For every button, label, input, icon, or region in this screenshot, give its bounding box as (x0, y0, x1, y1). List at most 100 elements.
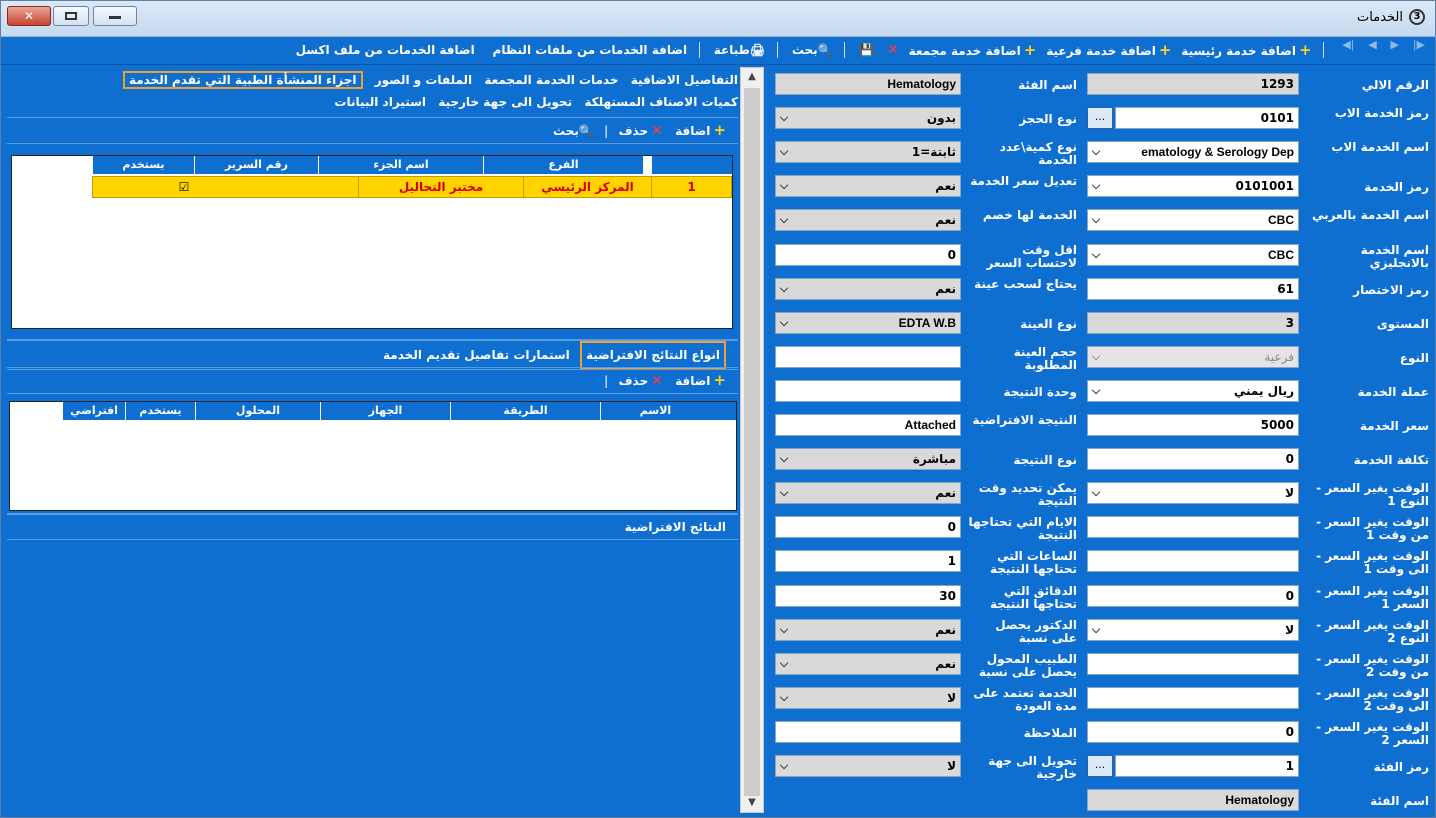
maximize-button[interactable] (53, 6, 89, 26)
chevron-down-icon[interactable]: ⌵ (1088, 620, 1104, 640)
field-mid-19[interactable] (775, 720, 961, 743)
tab-files-images[interactable]: الملفات و الصور (375, 73, 472, 87)
field-mid-13[interactable]: 0 (775, 516, 961, 539)
chevron-down-icon[interactable]: ⌵ (776, 279, 792, 299)
label-right-5: اسم الخدمة بالانجليزي (1360, 242, 1429, 270)
field-right-9[interactable]: ريال يمني ⌵ (1087, 379, 1299, 402)
chevron-down-icon[interactable]: ⌵ (776, 756, 792, 776)
chevron-down-icon[interactable]: ⌵ (1088, 210, 1104, 230)
chevron-down-icon[interactable]: ⌵ (1088, 176, 1104, 196)
field-mid-8[interactable] (775, 345, 961, 368)
field-right-1[interactable]: 0101 (1115, 107, 1299, 130)
field-mid-10[interactable]: Attached (775, 414, 961, 436)
delete-part-button[interactable]: ✕حذف (619, 123, 663, 139)
field-right-19[interactable]: 0 (1087, 720, 1299, 743)
print-button[interactable]: 🖨طباعة (714, 37, 765, 63)
field-right-6[interactable]: 61 (1087, 277, 1299, 300)
field-right-4[interactable]: CBC ⌵ (1087, 209, 1299, 232)
field-right-13[interactable] (1087, 516, 1299, 539)
chevron-down-icon[interactable]: ⌵ (776, 449, 792, 469)
ellipsis-button[interactable]: ... (1087, 107, 1113, 130)
field-mid-17[interactable]: نعم ⌵ (775, 652, 961, 675)
chevron-down-icon[interactable]: ⌵ (1088, 483, 1104, 503)
close-button[interactable]: ✕ (7, 6, 51, 26)
chevron-down-icon[interactable]: ⌵ (776, 313, 792, 333)
import-excel-button[interactable]: اضافة الخدمات من ملف اكسل (296, 37, 475, 63)
tab-consumables[interactable]: كميات الاصناف المستهلكة (584, 95, 738, 109)
add-part-button[interactable]: +اضافة (675, 121, 726, 139)
field-right-16[interactable]: لا ⌵ (1087, 618, 1299, 641)
tab-group-services[interactable]: خدمات الخدمة المجمعة (484, 73, 618, 87)
vertical-scrollbar[interactable]: ▲ ▼ (740, 67, 764, 813)
search-part-button[interactable]: 🔍بحث (553, 124, 594, 138)
last-record-icon[interactable]: |◀ (1342, 38, 1354, 51)
add-main-service-button[interactable]: +اضافة خدمة رئيسية (1181, 37, 1311, 64)
field-right-10[interactable]: 5000 (1087, 414, 1299, 436)
next-record-icon[interactable]: ◀ (1368, 38, 1376, 51)
field-mid-1[interactable]: بدون ⌵ (775, 107, 961, 130)
chevron-down-icon[interactable]: ⌵ (776, 176, 792, 196)
tab-external-referral[interactable]: تحويل الى جهة خارجية (438, 95, 572, 109)
field-right-20[interactable]: 1 (1115, 755, 1299, 777)
minimize-button[interactable] (93, 6, 137, 26)
prev-record-icon[interactable]: ▶ (1391, 38, 1399, 51)
field-mid-16[interactable]: نعم ⌵ (775, 618, 961, 641)
scroll-down-icon[interactable]: ▼ (741, 794, 763, 812)
tab-facility-parts[interactable]: اجزاء المنشأة الطبية التي تقدم الخدمة (122, 71, 363, 89)
save-icon[interactable]: 💾 (859, 37, 874, 63)
field-right-17[interactable] (1087, 652, 1299, 675)
label-mid-6: يحتاج لسحب عينة (974, 276, 1077, 291)
field-right-5[interactable]: CBC ⌵ (1087, 243, 1299, 266)
chevron-down-icon[interactable]: ⌵ (776, 654, 792, 674)
chevron-down-icon[interactable]: ⌵ (776, 688, 792, 708)
tab-service-forms[interactable]: استمارات تفاصيل تقديم الخدمة (383, 343, 570, 367)
field-mid-6[interactable]: نعم ⌵ (775, 277, 961, 300)
chevron-down-icon[interactable]: ⌵ (1088, 347, 1104, 367)
scroll-thumb[interactable] (744, 88, 760, 796)
field-mid-20[interactable]: لا ⌵ (775, 755, 961, 777)
chevron-down-icon[interactable]: ⌵ (776, 620, 792, 640)
chevron-down-icon[interactable]: ⌵ (776, 108, 792, 128)
field-right-2[interactable]: ematology & Serology Dep ⌵ (1087, 141, 1299, 164)
search-icon: 🔍 (578, 124, 594, 138)
app-icon: 3 (1409, 9, 1425, 25)
field-mid-4[interactable]: نعم ⌵ (775, 209, 961, 232)
field-right-18[interactable] (1087, 686, 1299, 709)
used-checkbox[interactable]: ☑ (134, 177, 234, 197)
field-mid-12[interactable]: نعم ⌵ (775, 482, 961, 505)
field-mid-18[interactable]: لا ⌵ (775, 686, 961, 709)
field-right-11[interactable]: 0 (1087, 448, 1299, 471)
ellipsis-button[interactable]: ... (1087, 755, 1113, 777)
tab-default-result-types[interactable]: انواع النتائج الافتراضية (579, 341, 726, 369)
chevron-down-icon[interactable]: ⌵ (1088, 381, 1104, 401)
field-right-12[interactable]: لا ⌵ (1087, 482, 1299, 505)
field-mid-15[interactable]: 30 (775, 584, 961, 607)
delete-result-button[interactable]: ✕حذف (619, 373, 663, 389)
search-button[interactable]: 🔍بحث (792, 37, 833, 63)
tab-extra-details[interactable]: التفاصيل الاضافية (631, 73, 738, 87)
chevron-down-icon[interactable]: ⌵ (1088, 245, 1104, 265)
chevron-down-icon[interactable]: ⌵ (1088, 142, 1104, 162)
add-result-button[interactable]: +اضافة (675, 371, 726, 389)
field-mid-14[interactable]: 1 (775, 550, 961, 573)
field-mid-9[interactable] (775, 379, 961, 402)
field-mid-2[interactable]: ثابتة=1 ⌵ (775, 141, 961, 164)
first-record-icon[interactable]: ▶| (1413, 38, 1425, 51)
add-group-service-button[interactable]: +اضافة خدمة مجمعة (909, 37, 1037, 64)
field-right-15[interactable]: 0 (1087, 584, 1299, 607)
add-sub-service-button[interactable]: +اضافة خدمة فرعية (1046, 37, 1171, 64)
import-system-files-button[interactable]: اضافة الخدمات من ملفات النظام (493, 37, 688, 63)
scroll-up-icon[interactable]: ▲ (741, 68, 763, 86)
field-mid-11[interactable]: مباشرة ⌵ (775, 448, 961, 471)
chevron-down-icon[interactable]: ⌵ (776, 483, 792, 503)
field-right-14[interactable] (1087, 550, 1299, 573)
field-mid-3[interactable]: نعم ⌵ (775, 175, 961, 198)
tab-import-data[interactable]: استيراد البيانات (334, 95, 426, 109)
field-mid-5[interactable]: 0 (775, 243, 961, 266)
field-right-3[interactable]: 0101001 ⌵ (1087, 175, 1299, 198)
delete-icon[interactable]: ✕ (884, 37, 899, 63)
table-row[interactable]: 1 المركز الرئيسي مختبر التحاليل ☑ (92, 176, 732, 198)
field-mid-7[interactable]: EDTA W.B ⌵ (775, 311, 961, 334)
chevron-down-icon[interactable]: ⌵ (776, 142, 792, 162)
chevron-down-icon[interactable]: ⌵ (776, 210, 792, 230)
